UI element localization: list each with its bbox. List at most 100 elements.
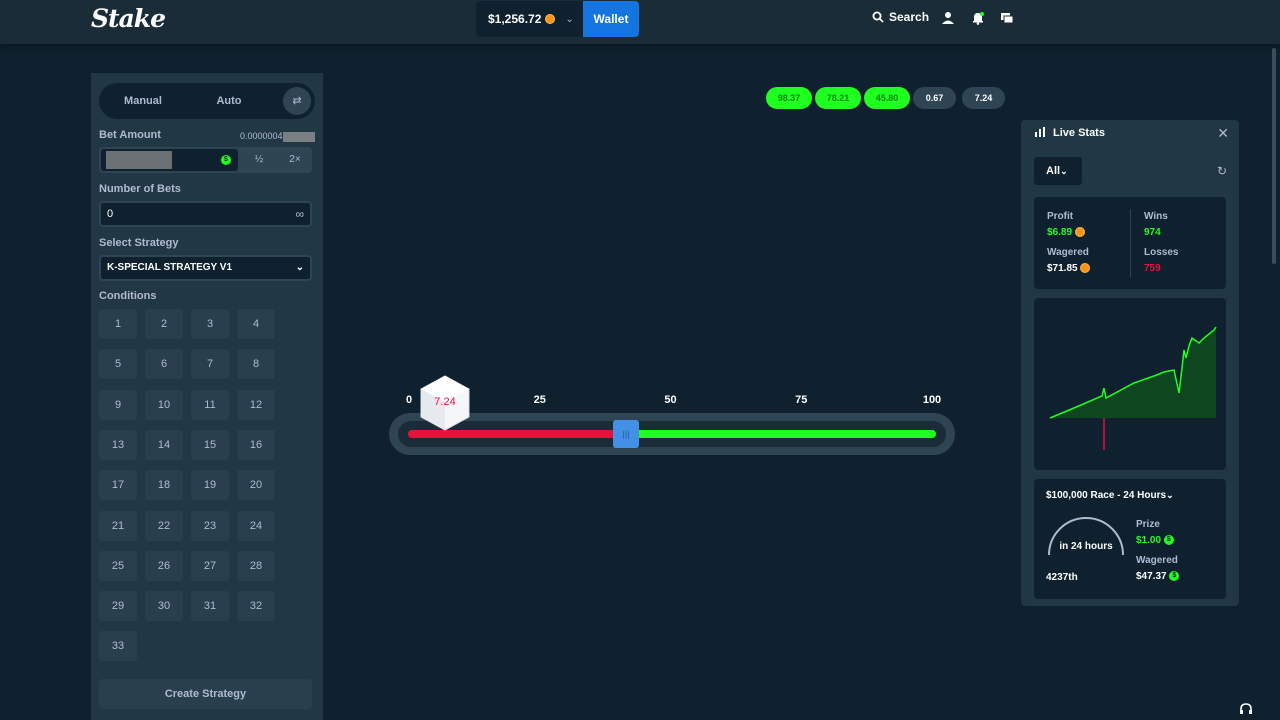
stats-summary: Profit $6.89 Wagered $71.85 Wins 974 Los… xyxy=(1034,197,1226,289)
conditions-label: Conditions xyxy=(99,290,157,302)
race-title[interactable]: $100,000 Race - 24 Hours⌄ xyxy=(1046,490,1174,501)
condition-button[interactable]: 3 xyxy=(191,309,229,339)
select-strategy-label: Select Strategy xyxy=(99,237,179,249)
condition-button[interactable]: 32 xyxy=(237,591,275,622)
condition-button[interactable]: 1 xyxy=(99,309,137,339)
bet-controls-panel: Manual Auto ⇄ Bet Amount 0.0000004 $ ½ 2… xyxy=(91,73,323,720)
chat-icon[interactable] xyxy=(1000,11,1014,25)
recent-result-pill[interactable]: 0.67 xyxy=(913,87,956,109)
wallet-button[interactable]: Wallet xyxy=(583,1,639,37)
slider-handle[interactable]: ||| xyxy=(613,420,640,448)
condition-button[interactable]: 20 xyxy=(237,470,275,501)
page-scrollbar[interactable] xyxy=(1272,48,1276,264)
recent-result-pill[interactable]: 45.80 xyxy=(864,87,910,109)
condition-button[interactable]: 14 xyxy=(145,429,183,460)
switch-mode-icon[interactable]: ⇄ xyxy=(283,87,311,115)
stats-filter-value: All xyxy=(1046,165,1061,177)
condition-button[interactable]: 2 xyxy=(145,309,183,339)
live-stats-panel: Live Stats ✕ All⌄ ↻ Profit $6.89 Wagered… xyxy=(1021,120,1239,606)
top-header: Stake $1,256.72 ⌄ Wallet Search xyxy=(0,0,1280,44)
race-wagered-label: Wagered xyxy=(1136,555,1178,566)
condition-button[interactable]: 22 xyxy=(145,510,183,541)
create-strategy-button[interactable]: Create Strategy xyxy=(99,679,312,709)
notification-bell-icon[interactable] xyxy=(971,11,985,25)
mode-toggle: Manual Auto ⇄ xyxy=(99,83,315,119)
race-wagered-value: $47.37 $ xyxy=(1136,571,1180,582)
condition-button[interactable]: 24 xyxy=(237,510,275,541)
condition-button[interactable]: 10 xyxy=(145,389,183,420)
recent-result-pill[interactable]: 78.21 xyxy=(815,87,861,109)
bet-amount-input[interactable]: $ xyxy=(101,149,238,171)
profit-chart xyxy=(1034,298,1226,470)
condition-button[interactable]: 23 xyxy=(191,510,229,541)
condition-button[interactable]: 33 xyxy=(99,631,137,662)
condition-button[interactable]: 16 xyxy=(237,429,275,460)
condition-button[interactable]: 8 xyxy=(237,349,275,380)
bitcoin-icon xyxy=(1074,227,1085,238)
balance-selector[interactable]: $1,256.72 ⌄ xyxy=(476,1,583,37)
condition-button[interactable]: 29 xyxy=(99,591,137,622)
condition-button[interactable]: 12 xyxy=(237,389,275,420)
number-of-bets-label: Number of Bets xyxy=(99,183,181,195)
condition-button[interactable]: 13 xyxy=(99,429,137,460)
stats-chart-icon xyxy=(1035,127,1045,137)
bitcoin-icon xyxy=(545,14,556,24)
profit-label: Profit xyxy=(1047,211,1074,222)
condition-button[interactable]: 11 xyxy=(191,389,229,420)
race-rank: 4237th xyxy=(1046,572,1078,583)
race-widget: $100,000 Race - 24 Hours⌄ in 24 hours 42… xyxy=(1034,479,1226,599)
refresh-icon[interactable]: ↻ xyxy=(1217,164,1227,178)
half-bet-button[interactable]: ½ xyxy=(242,147,276,173)
headset-support-icon[interactable] xyxy=(1238,702,1254,716)
search-button[interactable]: Search xyxy=(872,10,929,24)
bet-amount-label: Bet Amount xyxy=(99,129,161,141)
bitcoin-icon xyxy=(1080,263,1091,274)
chevron-down-icon: ⌄ xyxy=(295,262,304,273)
balance-amount: $1,256.72 xyxy=(488,12,542,26)
condition-button[interactable]: 19 xyxy=(191,470,229,501)
condition-button[interactable]: 28 xyxy=(237,550,275,581)
roll-result-value: 7.24 xyxy=(434,396,456,408)
chevron-down-icon: ⌄ xyxy=(1166,490,1174,500)
tab-manual[interactable]: Manual xyxy=(107,87,179,115)
condition-button[interactable]: 30 xyxy=(145,591,183,622)
infinity-icon[interactable]: ∞ xyxy=(295,203,304,225)
bet-amount-input-group: $ ½ 2× xyxy=(99,147,312,173)
condition-button[interactable]: 25 xyxy=(99,550,137,581)
stake-logo[interactable]: Stake xyxy=(91,4,166,33)
recent-result-pill[interactable]: 98.37 xyxy=(766,87,812,109)
bet-amount-crypto: 0.0000004 xyxy=(240,131,315,142)
slider-tick-label: 0 xyxy=(405,394,413,406)
condition-button[interactable]: 15 xyxy=(191,429,229,460)
strategy-select[interactable]: K-SPECIAL STRATEGY V1 ⌄ xyxy=(99,255,312,281)
number-of-bets-input[interactable]: 0 ∞ xyxy=(99,201,312,227)
condition-button[interactable]: 17 xyxy=(99,470,137,501)
condition-button[interactable]: 27 xyxy=(191,550,229,581)
number-of-bets-value: 0 xyxy=(107,208,114,220)
tab-auto[interactable]: Auto xyxy=(193,87,265,115)
slider-tick-label: 25 xyxy=(533,394,546,406)
prize-label: Prize xyxy=(1136,519,1160,530)
condition-button[interactable]: 26 xyxy=(145,550,183,581)
condition-button[interactable]: 18 xyxy=(145,470,183,501)
search-icon xyxy=(872,11,884,23)
search-label: Search xyxy=(889,10,930,24)
condition-button[interactable]: 31 xyxy=(191,591,229,622)
condition-button[interactable]: 21 xyxy=(99,510,137,541)
double-bet-button[interactable]: 2× xyxy=(278,147,312,173)
close-icon[interactable]: ✕ xyxy=(1217,125,1229,142)
wins-label: Wins xyxy=(1144,211,1168,222)
redacted-block xyxy=(282,131,315,142)
condition-button[interactable]: 7 xyxy=(191,349,229,380)
condition-button[interactable]: 4 xyxy=(237,309,275,339)
condition-button[interactable]: 5 xyxy=(99,349,137,380)
stats-filter-select[interactable]: All⌄ xyxy=(1034,157,1082,185)
condition-button[interactable]: 9 xyxy=(99,389,137,420)
profit-chart-graphic xyxy=(1049,326,1217,450)
wagered-label: Wagered xyxy=(1047,247,1089,258)
condition-button[interactable]: 6 xyxy=(145,349,183,380)
prize-value: $1.00 $ xyxy=(1136,535,1174,546)
user-icon[interactable] xyxy=(941,11,955,25)
losses-value: 759 xyxy=(1144,263,1161,274)
recent-result-pill[interactable]: 7.24 xyxy=(962,87,1005,109)
